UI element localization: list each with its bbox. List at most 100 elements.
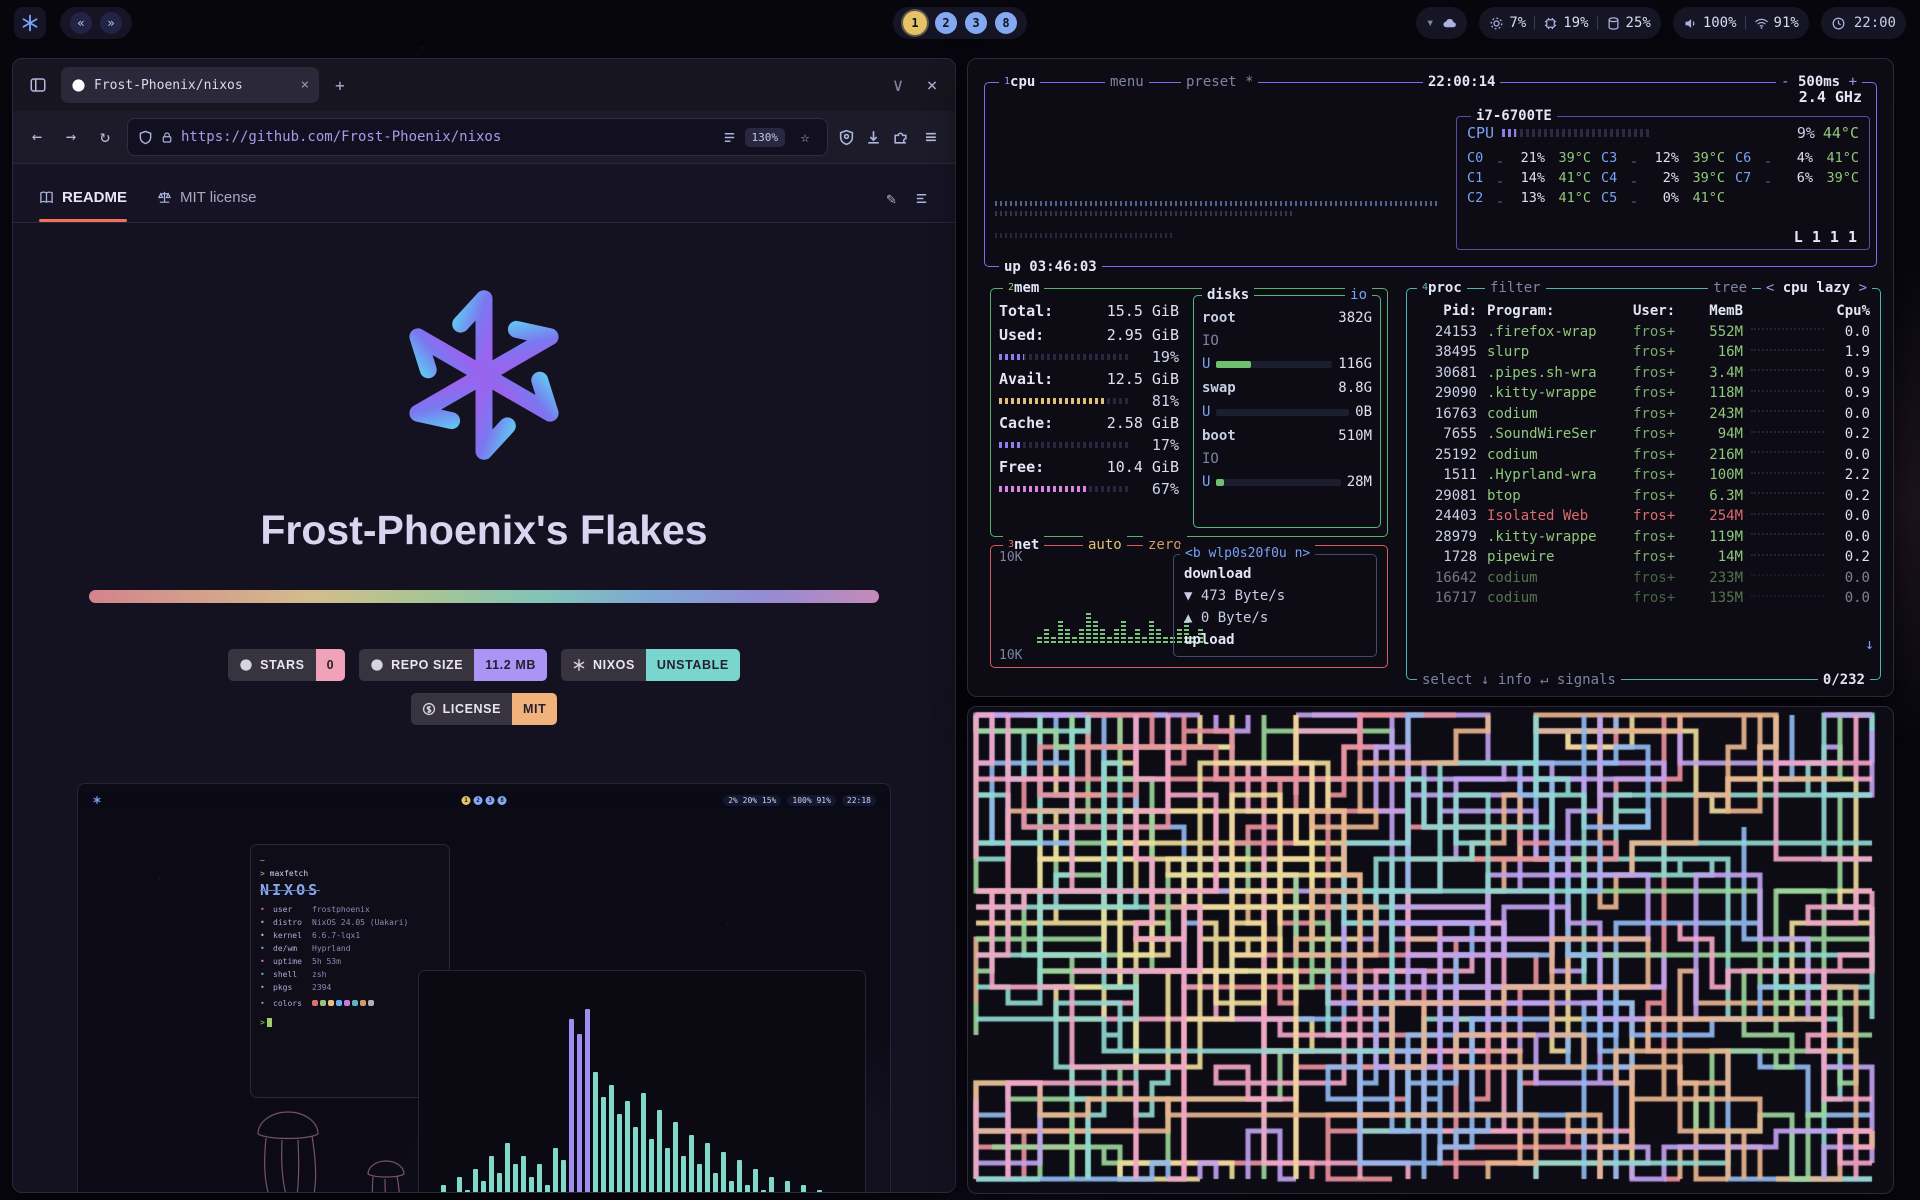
extensions-puzzle-icon[interactable] (892, 129, 909, 146)
process-row[interactable]: 29081btopfros+6.3M0.2 (1407, 486, 1880, 507)
mini-fetch-command: maxfetch (270, 869, 309, 878)
process-row[interactable]: 7655.SoundWireSerfros+94M0.2 (1407, 424, 1880, 445)
btop-preset-button[interactable]: preset * (1181, 72, 1258, 92)
process-row[interactable]: 16717codiumfros+135M0.0 (1407, 588, 1880, 609)
viz-bar (617, 1114, 622, 1193)
edit-pencil-icon[interactable]: ✎ (886, 189, 896, 208)
fetch-icon: • (260, 916, 268, 929)
media-next-button[interactable]: » (100, 12, 122, 34)
url-bar[interactable]: https://github.com/Frost-Phoenix/nixos 1… (127, 118, 828, 156)
scroll-down-indicator[interactable]: ↓ (1865, 635, 1874, 653)
account-shield-icon[interactable] (838, 129, 855, 146)
process-mem: 94M (1691, 424, 1743, 445)
bookmark-star-icon[interactable]: ☆ (793, 128, 817, 146)
cpu-box-title[interactable]: 1cpu (999, 72, 1040, 92)
process-row[interactable]: 25192codiumfros+216M0.0 (1407, 445, 1880, 466)
io-mode-toggle[interactable]: io (1345, 285, 1372, 305)
workspace-1[interactable]: 1 (903, 11, 927, 35)
sort-prev[interactable]: < (1766, 280, 1774, 296)
list-tabs-button[interactable]: ∨ (885, 75, 911, 96)
readme-screenshot-image[interactable]: 1238 2% 20% 15% 100% 91% 22:18 ~ > maxfe… (77, 783, 891, 1193)
back-button[interactable]: ← (25, 127, 49, 147)
badge-nixos[interactable]: NIXOSUNSTABLE (561, 649, 740, 681)
proc-tree-toggle[interactable]: tree (1708, 278, 1752, 298)
workspace-3[interactable]: 3 (965, 12, 987, 34)
core-percent: 21% (1507, 148, 1545, 168)
hamburger-menu-icon[interactable]: ≡ (919, 126, 943, 148)
core-name: C1 (1467, 168, 1493, 188)
cloud-icon (1442, 16, 1457, 31)
refresh-button[interactable]: ↻ (93, 127, 117, 147)
download-icon[interactable] (865, 129, 882, 146)
tab-mit-license[interactable]: MIT license (157, 189, 256, 222)
nixos-menu-button[interactable] (14, 7, 46, 39)
mem-stat-line: Used:2.95 GiB (991, 323, 1187, 347)
mini-clock: 22:18 (842, 795, 876, 806)
process-cpu-graph (1751, 533, 1824, 535)
reader-mode-icon[interactable] (722, 130, 737, 145)
badge-repo-size[interactable]: REPO SIZE11.2 MB (359, 649, 547, 681)
cpu-core-c4: C42%39°C (1601, 168, 1725, 188)
proc-sort-control[interactable]: < cpu lazy > (1761, 278, 1872, 298)
interval-minus[interactable]: - (1781, 74, 1789, 90)
weather-widget[interactable]: ▾ (1416, 7, 1467, 39)
process-row[interactable]: 1728pipewirefros+14M0.2 (1407, 547, 1880, 568)
system-stats-widget[interactable]: 7% 19% 25% (1479, 7, 1660, 39)
tracking-shield-icon[interactable] (138, 130, 153, 145)
disk-meter-fill (1216, 479, 1223, 486)
audio-network-widget[interactable]: 100% 91% (1673, 7, 1809, 39)
badge-stars[interactable]: STARS0 (228, 649, 345, 681)
clock-widget[interactable]: 22:00 (1821, 7, 1906, 39)
new-tab-button[interactable]: + (327, 76, 353, 95)
process-cpu-graph (1751, 328, 1824, 330)
process-cpu: 0.9 (1832, 363, 1870, 384)
workspace-8[interactable]: 8 (995, 12, 1017, 34)
process-row[interactable]: 24403Isolated Webfros+254M0.0 (1407, 506, 1880, 527)
sort-next[interactable]: > (1859, 280, 1867, 296)
process-row[interactable]: 28979.kitty-wrappefros+119M0.0 (1407, 527, 1880, 548)
badge-license[interactable]: LICENSEMIT (411, 693, 558, 725)
tab-close-button[interactable]: × (301, 77, 309, 93)
net-interface[interactable]: <b wlp0s20f0u n> (1180, 544, 1315, 564)
mem-value: 12.5 GiB (1107, 367, 1179, 391)
firefox-view-button[interactable] (23, 70, 53, 100)
process-row[interactable]: 16763codiumfros+243M0.0 (1407, 404, 1880, 425)
zoom-level[interactable]: 130% (745, 128, 786, 147)
fetch-value: 5h 53m (312, 955, 341, 968)
process-row[interactable]: 1511.Hyprland-wrafros+100M2.2 (1407, 465, 1880, 486)
media-prev-button[interactable]: « (70, 12, 92, 34)
header-cpu[interactable]: Cpu% (1832, 301, 1870, 322)
browser-tab[interactable]: Frost-Phoenix/nixos × (61, 67, 319, 103)
proc-box-title[interactable]: 4proc (1417, 278, 1467, 298)
header-program[interactable]: Program: (1487, 301, 1633, 322)
cpu-total-label: CPU (1467, 124, 1494, 142)
process-row[interactable]: 29090.kitty-wrappefros+118M0.9 (1407, 383, 1880, 404)
btop-menu-button[interactable]: menu (1105, 72, 1149, 92)
proc-filter-button[interactable]: filter (1485, 278, 1546, 298)
process-row[interactable]: 30681.pipes.sh-wrafros+3.4M0.9 (1407, 363, 1880, 384)
mem-box-title[interactable]: 2mem (1003, 278, 1044, 298)
mem-meter: 17% (991, 435, 1187, 455)
outline-list-icon[interactable] (914, 191, 929, 206)
page-title: Frost-Phoenix's Flakes (74, 507, 894, 554)
header-user[interactable]: User: (1633, 301, 1691, 322)
viz-bar (737, 1160, 742, 1193)
process-user: fros+ (1633, 588, 1691, 609)
gear-icon (1489, 16, 1504, 31)
tab-readme[interactable]: README (39, 189, 127, 222)
header-pid[interactable]: Pid: (1417, 301, 1477, 322)
mem-box: 2mem Total:15.5 GiBUsed:2.95 GiB19%Avail… (990, 288, 1388, 537)
window-close-button[interactable]: × (919, 75, 945, 96)
header-memb[interactable]: MemB (1691, 301, 1743, 322)
process-mem: 216M (1691, 445, 1743, 466)
mem-stat-line: Free:10.4 GiB (991, 455, 1187, 479)
process-row[interactable]: 16642codiumfros+233M0.0 (1407, 568, 1880, 589)
disk-name: root (1202, 306, 1236, 330)
forward-button[interactable]: → (59, 127, 83, 147)
disks-title[interactable]: disks (1202, 285, 1254, 305)
net-auto-toggle[interactable]: auto (1083, 535, 1127, 555)
process-row[interactable]: 24153.firefox-wrapfros+552M0.0 (1407, 322, 1880, 343)
fetch-row: •uptime5h 53m (260, 955, 440, 968)
process-row[interactable]: 38495slurpfros+16M1.9 (1407, 342, 1880, 363)
workspace-2[interactable]: 2 (935, 12, 957, 34)
